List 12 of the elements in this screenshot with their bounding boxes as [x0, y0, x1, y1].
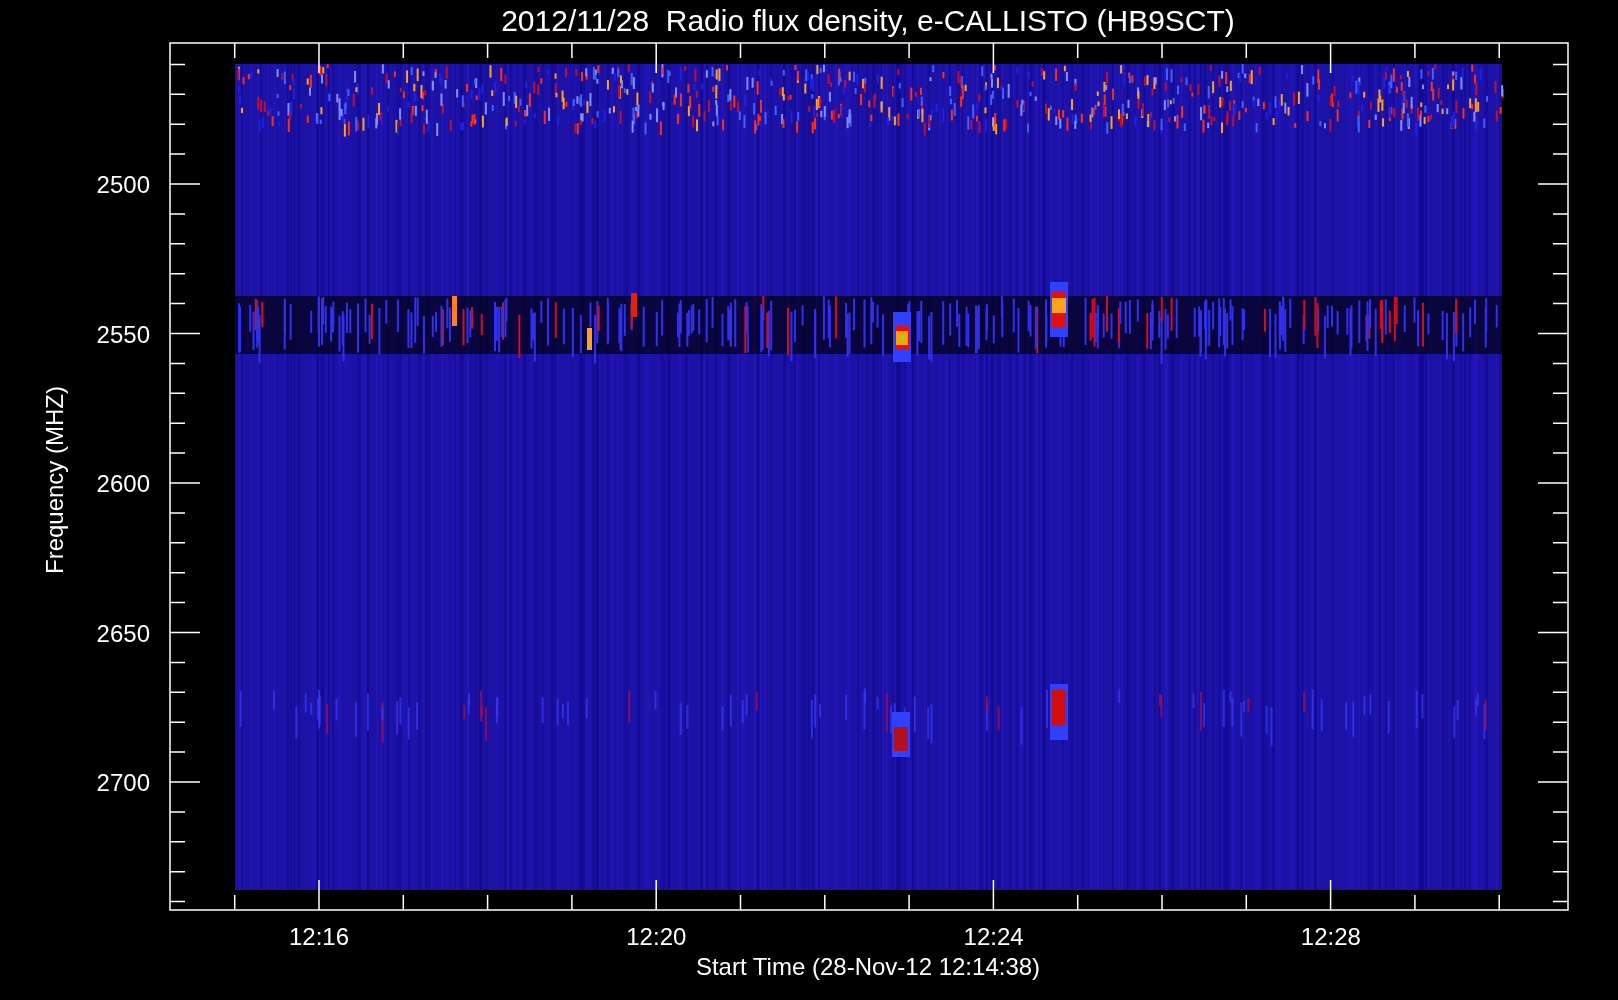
y-tick-label: 2550	[96, 320, 150, 348]
y-tick-label: 2500	[96, 171, 150, 198]
x-tick-label: 12:28	[1300, 923, 1361, 950]
x-axis-label: Start Time (28-Nov-12 12:14:38)	[695, 953, 1041, 980]
chart-title: 2012/11/28 Radio flux density, e-CALLISTO (HB9SCT)	[501, 4, 1235, 37]
y-tick-label: 2600	[96, 470, 150, 497]
x-tick-label: 12:16	[288, 923, 350, 950]
y-tick-label: 2700	[96, 769, 150, 796]
x-tick-label: 12:24	[963, 923, 1024, 950]
y-axis-label: Frequency (MHZ)	[41, 386, 68, 574]
x-tick-label: 12:20	[626, 923, 687, 950]
y-tick-label: 2650	[96, 619, 150, 647]
